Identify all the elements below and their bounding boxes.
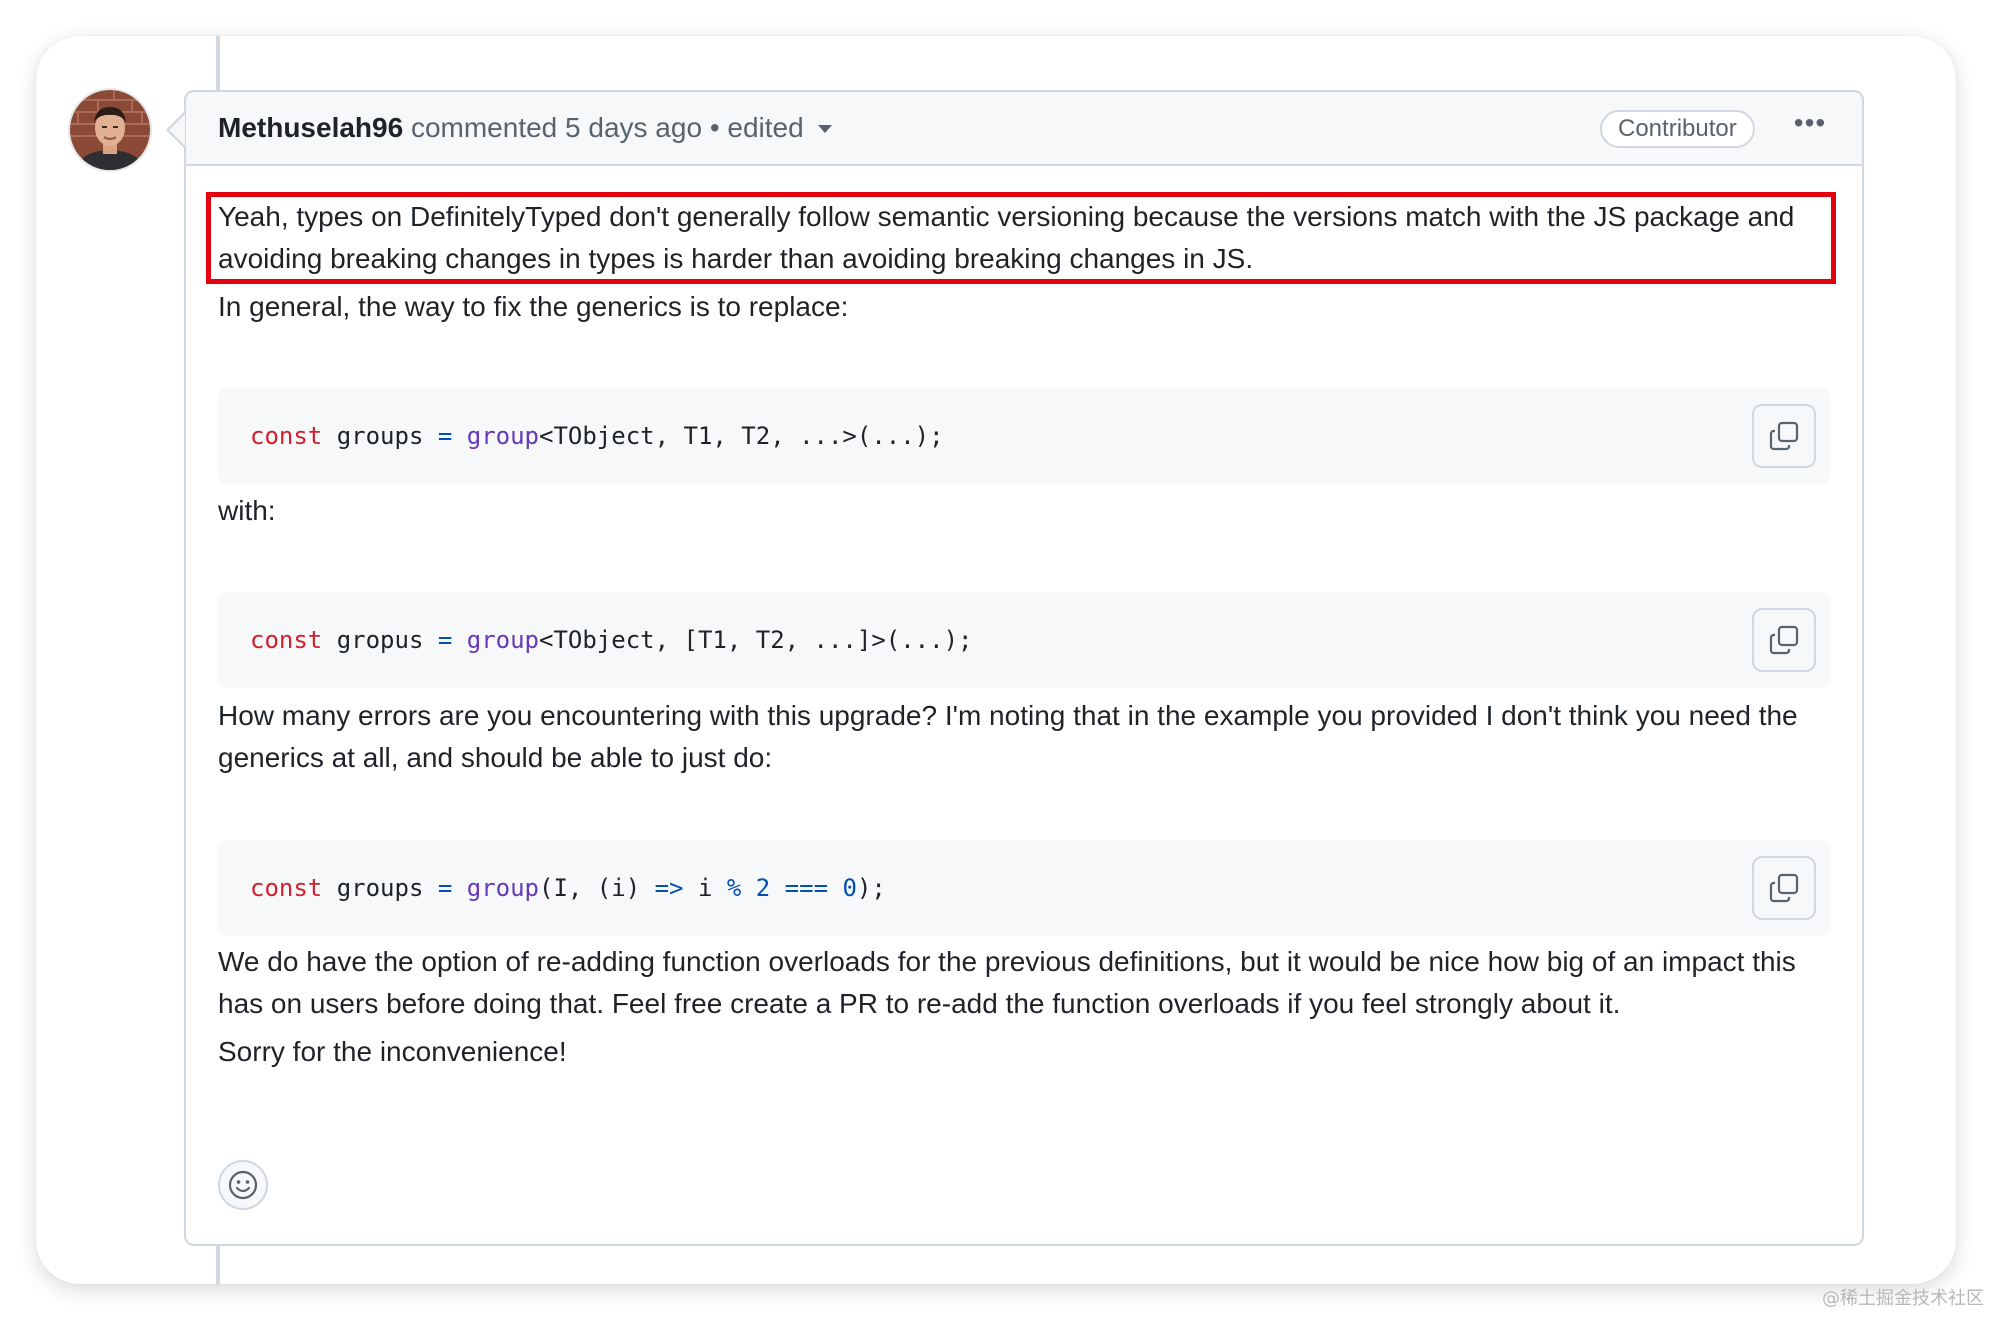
code-token: <TObject, [T1, T2, ...]>(...);	[539, 626, 973, 654]
code-token: =	[437, 874, 453, 902]
copy-button[interactable]	[1752, 608, 1816, 672]
code-token: %	[726, 874, 742, 902]
code-token: 0	[842, 874, 857, 902]
copy-button[interactable]	[1752, 856, 1816, 920]
kebab-menu-icon[interactable]: •••	[1786, 108, 1834, 148]
edited-dropdown[interactable]: edited	[727, 112, 832, 143]
code-token: =	[437, 626, 453, 654]
edited-label: edited	[727, 112, 804, 143]
smiley-icon	[228, 1170, 258, 1200]
comment-meta: Methuselah96 commented 5 days ago • edit…	[218, 92, 832, 164]
code-token: gropus	[322, 626, 438, 654]
paragraph-versioning: Yeah, types on DefinitelyTyped don't gen…	[218, 201, 1795, 274]
code-token: );	[856, 874, 886, 902]
code-token: group	[466, 626, 539, 654]
copy-icon	[1769, 625, 1799, 655]
comment-pointer-fill	[169, 114, 185, 146]
chevron-down-icon	[817, 124, 832, 133]
code-line: const gropus = group<TObject, [T1, T2, .…	[250, 592, 972, 688]
comment-box: Methuselah96 commented 5 days ago • edit…	[184, 90, 1864, 1246]
code-block: const groups = group(I, (i) => i % 2 ===…	[218, 840, 1830, 936]
code-token: =>	[654, 874, 684, 902]
code-token: <TObject, T1, T2, ...>(...);	[539, 422, 944, 450]
copy-button[interactable]	[1752, 404, 1816, 468]
code-token: group	[466, 422, 539, 450]
code-token: i	[683, 874, 727, 902]
code-block: const gropus = group<TObject, [T1, T2, .…	[218, 592, 1830, 688]
code-token: const	[250, 422, 323, 450]
code-token: const	[250, 874, 323, 902]
role-badge: Contributor	[1600, 110, 1755, 148]
author-link[interactable]: Methuselah96	[218, 112, 403, 143]
paragraph-with: with:	[218, 495, 276, 526]
avatar[interactable]	[68, 88, 152, 172]
code-token: groups	[322, 422, 438, 450]
code-block: const groups = group<TObject, T1, T2, ..…	[218, 388, 1830, 484]
code-token: groups	[322, 874, 438, 902]
paragraph-replace: In general, the way to fix the generics …	[218, 291, 849, 322]
code-token: const	[250, 626, 323, 654]
code-line: const groups = group(I, (i) => i % 2 ===…	[250, 840, 886, 936]
meta-separator: •	[709, 112, 720, 143]
timeline-line-bottom	[216, 1246, 220, 1284]
paragraph-sorry: Sorry for the inconvenience!	[218, 1036, 567, 1067]
code-token: ===	[784, 874, 829, 902]
code-line: const groups = group<TObject, T1, T2, ..…	[250, 388, 944, 484]
add-reaction-button[interactable]	[218, 1160, 268, 1210]
code-token: =	[437, 422, 453, 450]
watermark: @稀土掘金技术社区	[1822, 1288, 1984, 1309]
timeline-line-top	[216, 36, 220, 92]
timestamp-link[interactable]: 5 days ago	[565, 112, 702, 143]
copy-icon	[1769, 873, 1799, 903]
action-text: commented	[410, 112, 558, 143]
code-token: 2	[755, 874, 771, 902]
comment-header: Methuselah96 commented 5 days ago • edit…	[186, 92, 1862, 166]
paragraph-errors: How many errors are you encountering wit…	[218, 700, 1798, 773]
copy-icon	[1769, 421, 1799, 451]
code-token: (I, (i)	[539, 874, 655, 902]
code-token: group	[466, 874, 539, 902]
paragraph-overloads: We do have the option of re-adding funct…	[218, 946, 1796, 1019]
